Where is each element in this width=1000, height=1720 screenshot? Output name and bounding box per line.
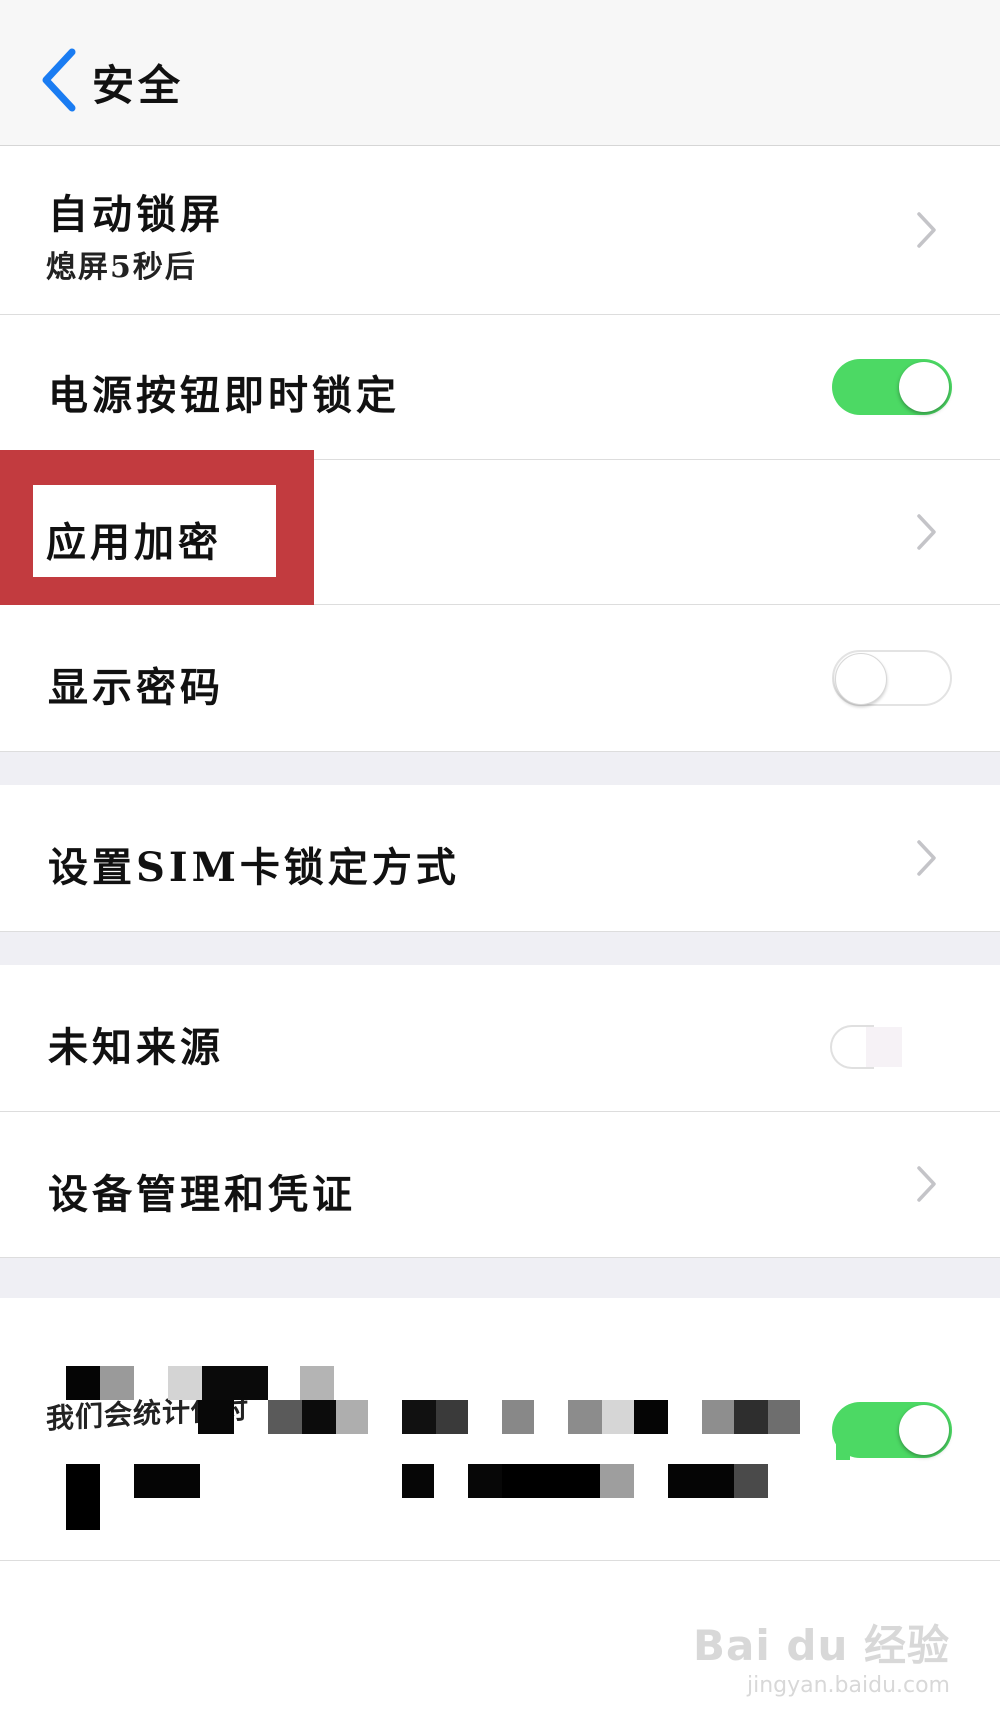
row-label: 设备管理和凭证 [48, 1171, 356, 1218]
unknown-sources-toggle-obscured[interactable] [830, 1025, 902, 1069]
watermark-logo: Bai du 经验 [693, 1621, 950, 1670]
statistics-toggle[interactable] [832, 1402, 952, 1458]
show-password-toggle[interactable] [832, 650, 952, 706]
row-value: 熄屏5秒后 [46, 250, 197, 285]
toggle-knob [899, 1405, 949, 1455]
row-label: 未知来源 [48, 1024, 224, 1071]
row-statistics: 我们会统计你对 [0, 1298, 1000, 1561]
row-label: 显示密码 [48, 664, 224, 711]
row-label: 自动锁屏 [48, 191, 224, 238]
chevron-right-icon [917, 1166, 936, 1202]
chevron-right-icon [917, 840, 936, 876]
row-label: 设置SIM卡锁定方式 [48, 844, 460, 891]
page-title: 安全 [92, 61, 185, 110]
chevron-left-icon [42, 48, 76, 112]
nav-bar: 安全 [0, 0, 1000, 146]
chevron-right-icon [917, 212, 936, 248]
section-gap [0, 932, 1000, 965]
row-sim-lock[interactable]: 设置SIM卡锁定方式 [0, 785, 1000, 932]
back-button[interactable] [38, 48, 82, 112]
toggle-knob [899, 362, 949, 412]
row-unknown-sources: 未知来源 [0, 965, 1000, 1112]
row-label-app-encrypt: 应用加密 [46, 519, 222, 566]
section-gap [0, 1258, 1000, 1298]
power-lock-toggle[interactable] [832, 359, 952, 415]
section-gap [0, 752, 1000, 785]
row-device-mgmt[interactable]: 设备管理和凭证 [0, 1112, 1000, 1258]
row-auto-lock[interactable]: 自动锁屏 熄屏5秒后 [0, 146, 1000, 315]
watermark: Bai du 经验 jingyan.baidu.com [693, 1612, 950, 1698]
row-power-lock: 电源按钮即时锁定 [0, 315, 1000, 460]
watermark-url: jingyan.baidu.com [746, 1673, 950, 1698]
row-show-password: 显示密码 [0, 605, 1000, 752]
chevron-right-icon [917, 514, 936, 550]
row-label: 电源按钮即时锁定 [48, 372, 400, 419]
toggle-knob [835, 653, 887, 705]
